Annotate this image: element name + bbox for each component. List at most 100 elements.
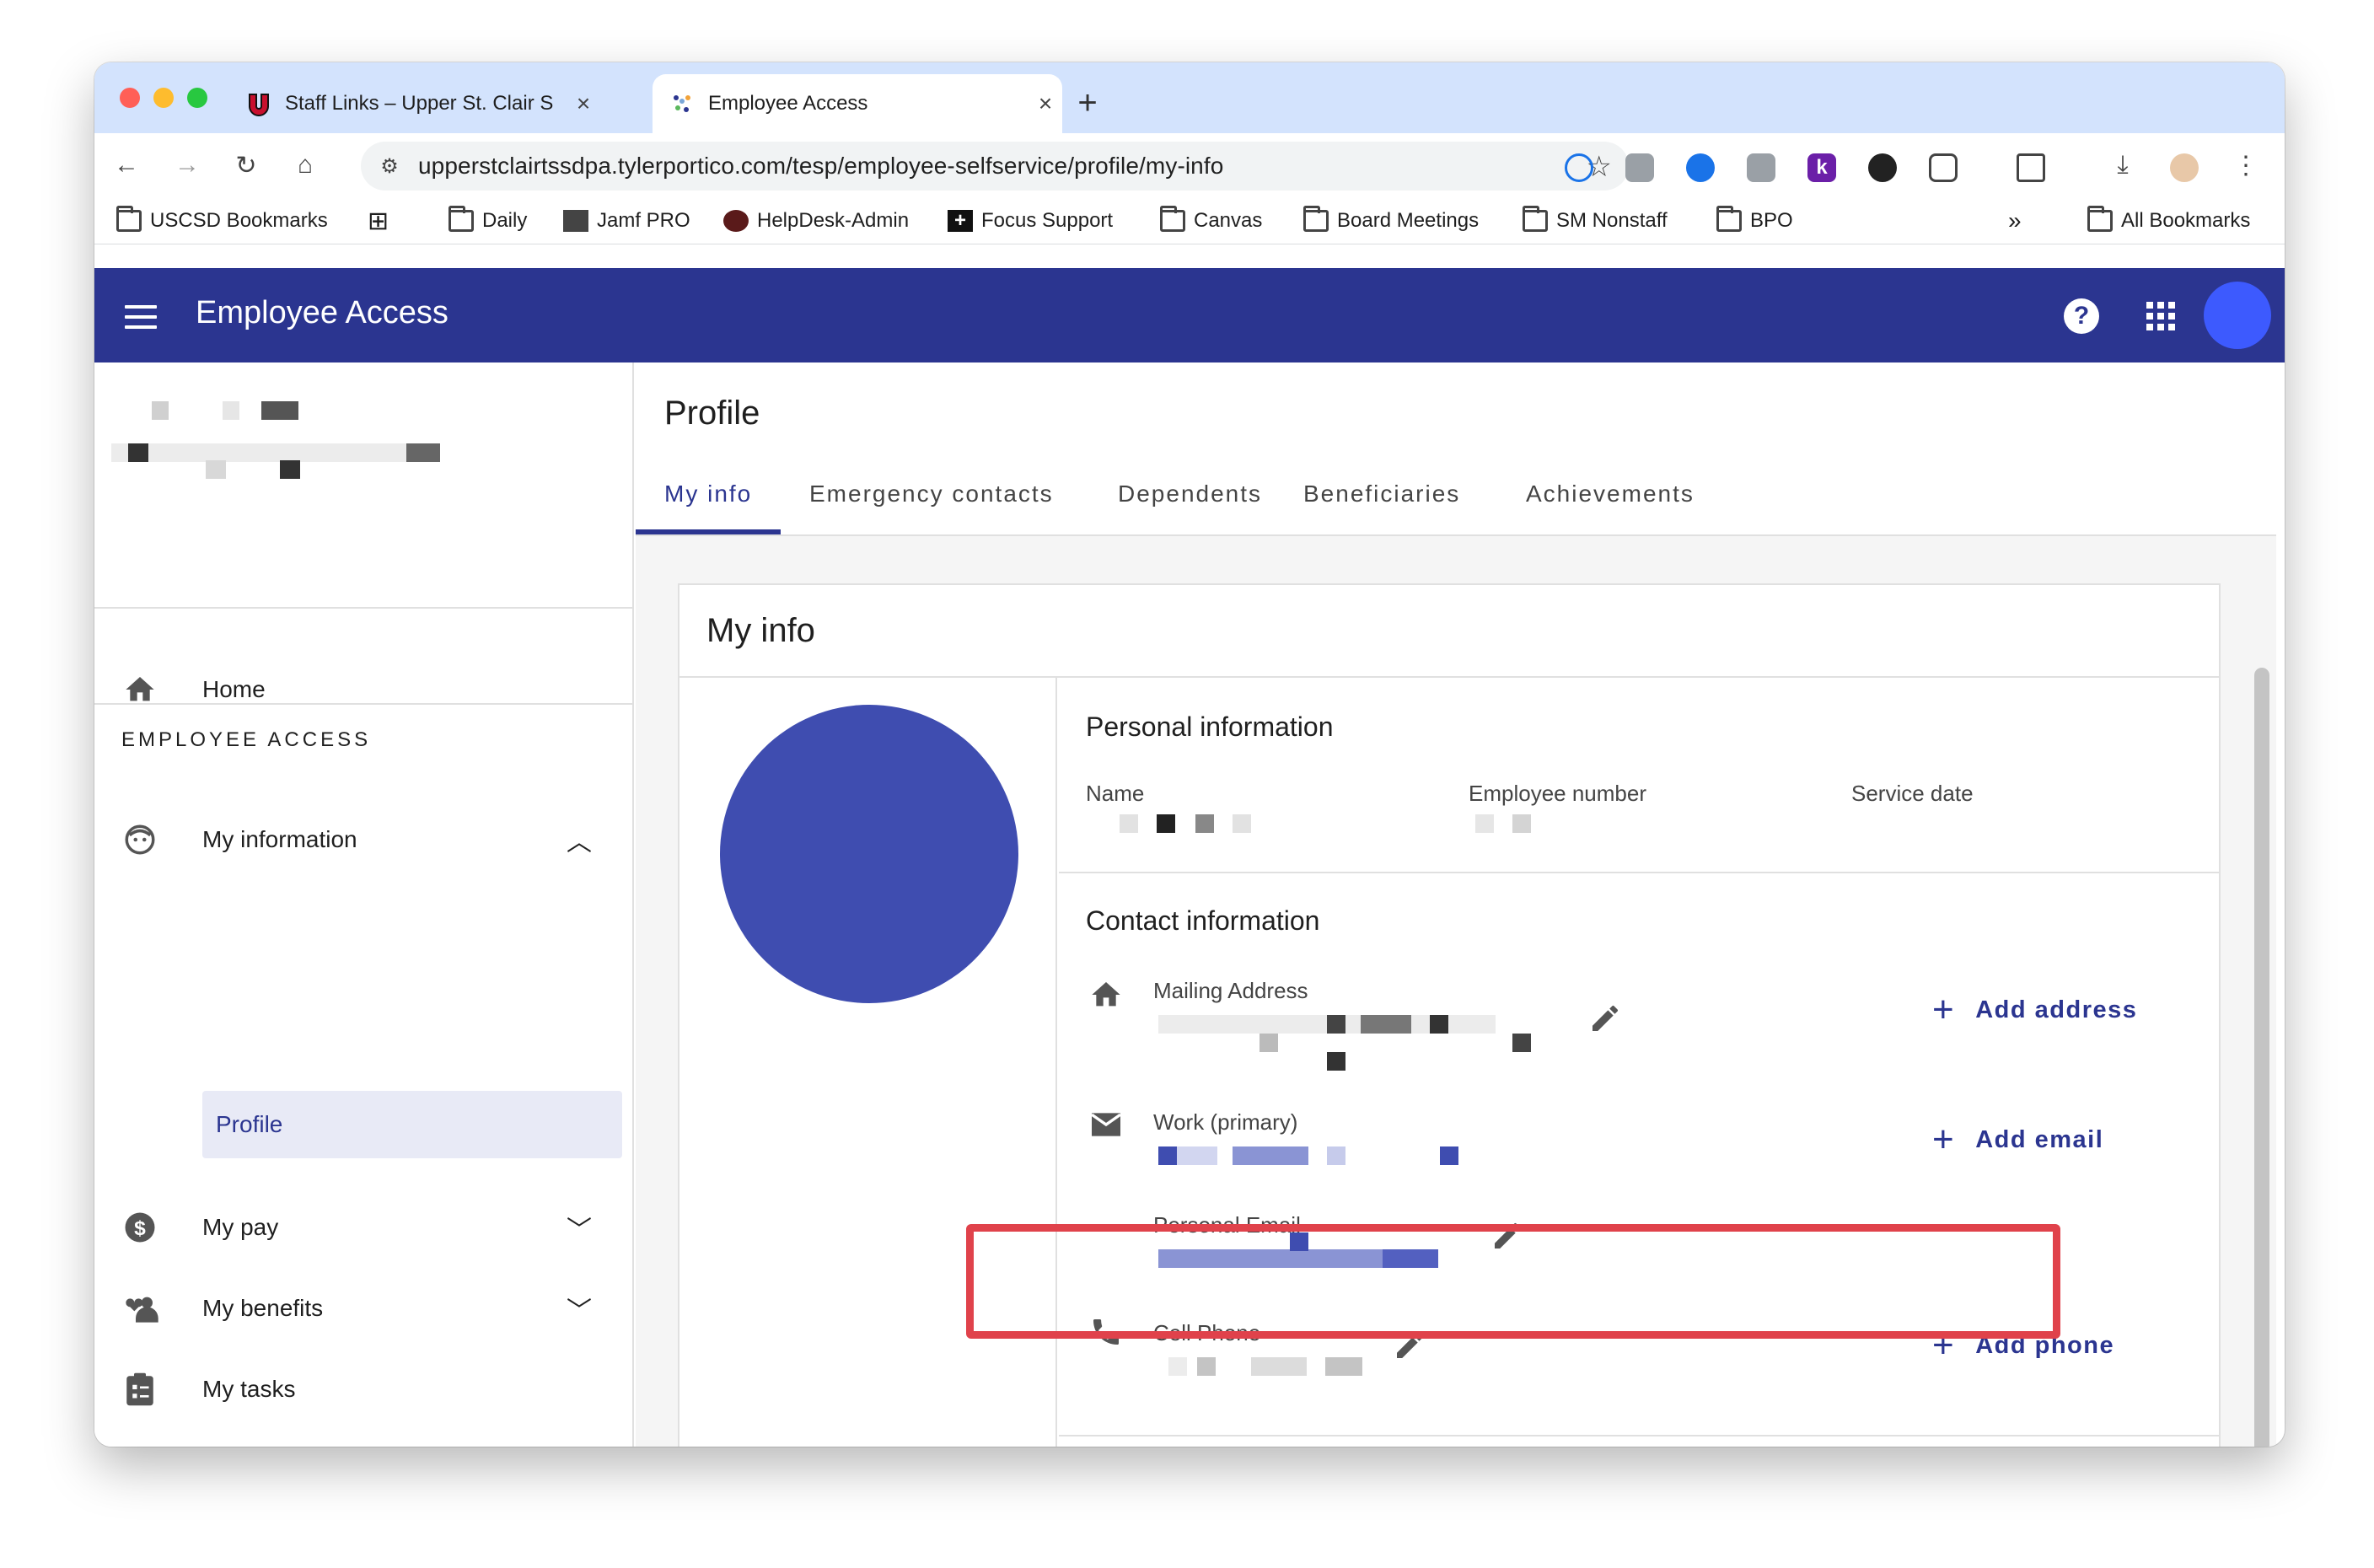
bookmark-label: USCSD Bookmarks [150, 209, 328, 232]
back-icon[interactable]: ← [106, 145, 147, 185]
dark-extension-icon[interactable] [1868, 153, 1897, 182]
svg-text:$: $ [134, 1217, 146, 1240]
bookmark-label: All Bookmarks [2121, 209, 2251, 232]
tab-achievements[interactable]: Achievements [1526, 481, 1695, 507]
tab-search-icon[interactable] [2017, 153, 2045, 182]
bookmark-daily[interactable]: Daily [448, 204, 527, 238]
bookmark-label: HelpDesk-Admin [757, 209, 910, 232]
plus-box-icon: + [948, 210, 973, 232]
nav-my-benefits[interactable]: My benefits ﹀ [94, 1275, 634, 1342]
tab-dependents[interactable]: Dependents [1118, 481, 1262, 507]
bookmark-label: Focus Support [981, 209, 1114, 232]
nav-label: Home [202, 676, 266, 702]
edit-address-pencil-icon[interactable] [1588, 1001, 1622, 1035]
apps-grid-icon[interactable]: ⊞ [368, 204, 389, 238]
folder-icon [1160, 206, 1185, 232]
hamburger-menu-icon[interactable] [125, 305, 157, 329]
chevron-up-icon[interactable]: ︿ [567, 821, 592, 858]
bookmark-canvas[interactable]: Canvas [1160, 204, 1262, 238]
browser-tab-employee-access[interactable]: Employee Access × [653, 74, 1062, 133]
people-heart-icon [121, 1290, 158, 1327]
tab-title: Staff Links – Upper St. Clair S [285, 92, 554, 115]
tab-title: Employee Access [708, 92, 868, 115]
sidebar: Home EMPLOYEE ACCESS My information ︿ Pr… [94, 362, 634, 1447]
apps-grid-icon[interactable] [2146, 302, 2175, 330]
bookmark-label: Jamf PRO [597, 209, 690, 232]
bookmark-label: SM Nonstaff [1556, 209, 1668, 232]
face-icon [121, 821, 158, 858]
add-email-button[interactable]: + Add email [1932, 1121, 2103, 1158]
user-identity-redacted [111, 379, 617, 506]
personal-info-heading: Personal information [1086, 712, 1334, 742]
close-tab-icon[interactable]: × [567, 90, 600, 117]
close-tab-icon[interactable]: × [1029, 90, 1062, 117]
tab-emergency-contacts[interactable]: Emergency contacts [809, 481, 1054, 507]
plus-icon: + [1932, 989, 1956, 1030]
add-address-button[interactable]: + Add address [1932, 991, 2137, 1028]
tab-beneficiaries[interactable]: Beneficiaries [1303, 481, 1460, 507]
jamf-icon [563, 210, 588, 232]
clipboard-icon [121, 1371, 158, 1408]
close-window-button[interactable] [120, 88, 140, 108]
contact-info-heading: Contact information [1086, 905, 1320, 936]
extensions-puzzle-icon[interactable] [1929, 153, 1958, 182]
work-email-label: Work (primary) [1153, 1109, 1298, 1135]
password-extension-icon[interactable] [1565, 153, 1593, 182]
maximize-window-button[interactable] [187, 88, 207, 108]
card-title: My info [706, 612, 815, 649]
nav-my-pay[interactable]: $ My pay ﹀ [94, 1194, 634, 1261]
school-logo-icon [249, 94, 269, 116]
help-icon[interactable]: ? [2064, 298, 2099, 334]
bookmark-sm-nonstaff[interactable]: SM Nonstaff [1523, 204, 1668, 238]
folder-icon [448, 206, 474, 232]
sidebar-divider [94, 607, 634, 609]
site-info-icon[interactable]: ⚙ [373, 154, 406, 179]
folder-icon [2087, 206, 2113, 232]
download-icon[interactable]: ⤓ [2103, 145, 2143, 185]
forward-icon[interactable]: → [167, 145, 207, 185]
profile-photo[interactable] [720, 705, 1018, 1003]
folder-icon [116, 206, 142, 232]
plus-icon: + [1932, 1119, 1956, 1160]
folder-icon [1523, 206, 1548, 232]
paw-icon [723, 210, 749, 232]
vertical-scrollbar[interactable] [2254, 668, 2269, 1447]
bookmark-board-meetings[interactable]: Board Meetings [1303, 204, 1479, 238]
bookmark-bpo[interactable]: BPO [1716, 204, 1793, 238]
nav-my-information[interactable]: My information ︿ [94, 806, 634, 873]
nav-home[interactable]: Home [94, 656, 634, 723]
app-header: Employee Access ? [94, 268, 2285, 362]
employee-number-label: Employee number [1469, 781, 1646, 806]
reload-icon[interactable]: ↻ [226, 145, 266, 185]
tab-my-info[interactable]: My info [664, 481, 752, 507]
chevron-down-icon[interactable]: ﹀ [567, 1290, 592, 1327]
profile-avatar-icon[interactable] [2170, 153, 2199, 182]
bookmark-focus[interactable]: + Focus Support [948, 204, 1113, 238]
nav-my-tasks[interactable]: My tasks [94, 1356, 634, 1423]
chevron-down-icon[interactable]: ﹀ [567, 1209, 592, 1246]
home-icon[interactable]: ⌂ [285, 145, 325, 185]
nav-label: My benefits [202, 1295, 324, 1321]
bookmark-uscsd[interactable]: USCSD Bookmarks [116, 204, 328, 238]
browser-tab-staff-links[interactable]: Staff Links – Upper St. Clair S × [229, 74, 600, 133]
browser-toolbar: ← → ↻ ⌂ ⚙ upperstclairtssdpa.tylerportic… [94, 133, 2285, 197]
bookmark-all[interactable]: All Bookmarks [2087, 204, 2250, 238]
bookmarks-overflow-icon[interactable]: » [2008, 204, 2022, 238]
user-avatar[interactable] [2204, 282, 2271, 349]
kami-extension-icon[interactable]: k [1807, 153, 1836, 182]
section-label: EMPLOYEE ACCESS [121, 728, 372, 751]
new-tab-button[interactable]: + [1064, 79, 1111, 126]
bookmark-jamf[interactable]: Jamf PRO [563, 204, 690, 238]
address-bar[interactable]: ⚙ upperstclairtssdpa.tylerportico.com/te… [361, 142, 1629, 191]
menu-kebab-icon[interactable]: ⋮ [2226, 145, 2266, 185]
tyler-logo-icon [674, 95, 690, 112]
nav-profile[interactable]: Profile [202, 1091, 622, 1158]
profile-header: Profile My info Emergency contacts Depen… [636, 362, 2276, 536]
grammar-extension-icon[interactable] [1686, 153, 1715, 182]
bookmark-helpdesk[interactable]: HelpDesk-Admin [723, 204, 909, 238]
camera-extension-icon[interactable] [1747, 153, 1775, 182]
minimize-window-button[interactable] [153, 88, 174, 108]
bookmark-label: Canvas [1194, 209, 1263, 232]
bookmark-label: Board Meetings [1337, 209, 1480, 232]
screen-extension-icon[interactable] [1625, 153, 1654, 182]
